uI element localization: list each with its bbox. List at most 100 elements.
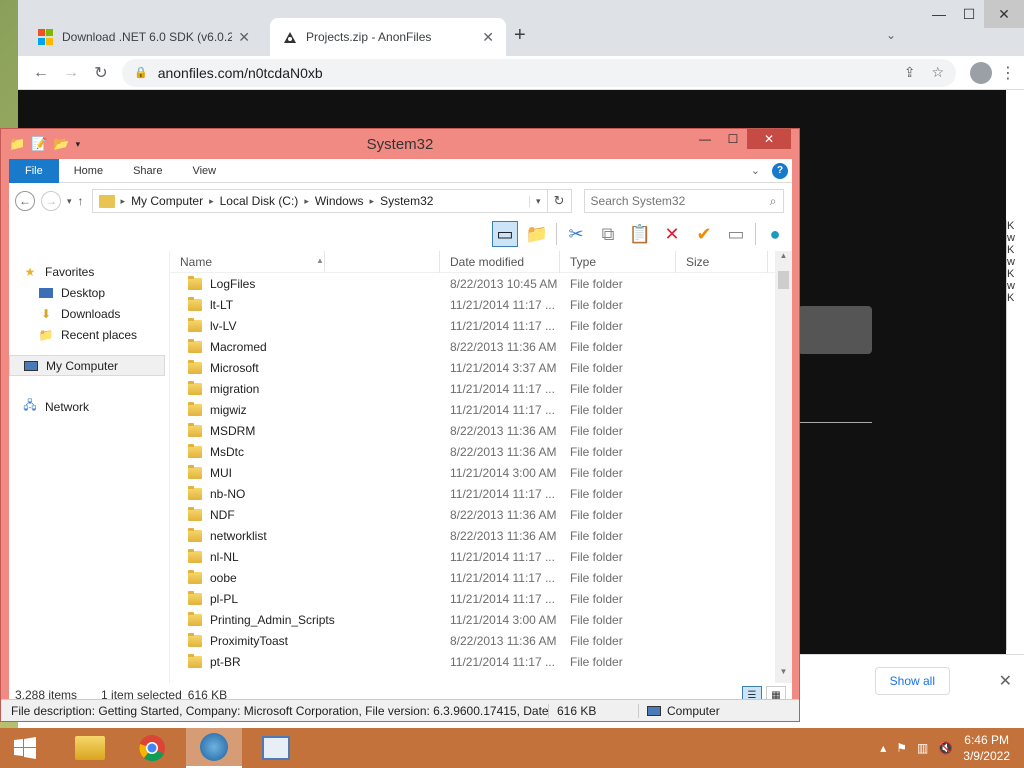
table-row[interactable]: pl-PL 11/21/2014 11:17 ... File folder — [170, 588, 792, 609]
action-center-icon[interactable]: ⚑ — [896, 741, 907, 755]
tab-file[interactable]: File — [9, 158, 59, 183]
nav-desktop[interactable]: Desktop — [9, 282, 169, 303]
show-hidden-icons-icon[interactable]: ▴ — [880, 741, 886, 755]
table-row[interactable]: oobe 11/21/2014 11:17 ... File folder — [170, 567, 792, 588]
taskbar-chrome[interactable] — [124, 728, 180, 768]
minimize-button[interactable]: — — [924, 0, 954, 28]
show-all-button[interactable]: Show all — [874, 667, 950, 695]
table-row[interactable]: networklist 8/22/2013 11:36 AM File folder — [170, 525, 792, 546]
lock-icon[interactable]: 🔒 — [134, 66, 148, 79]
check-icon[interactable]: ✔ — [691, 221, 717, 247]
start-button[interactable] — [0, 728, 50, 768]
breadcrumb-system32[interactable]: System32 — [374, 194, 439, 208]
share-icon[interactable]: ⇪ — [904, 64, 916, 81]
rename-icon[interactable]: ▭ — [723, 221, 749, 247]
minimize-button[interactable]: — — [691, 129, 719, 149]
table-row[interactable]: MSDRM 8/22/2013 11:36 AM File folder — [170, 420, 792, 441]
taskbar-network-app[interactable] — [186, 728, 242, 768]
network-status-icon[interactable]: ▥ — [917, 741, 928, 755]
taskbar-control-panel[interactable] — [248, 728, 304, 768]
cut-icon[interactable]: ✂ — [563, 221, 589, 247]
menu-kebab-icon[interactable]: ⋮ — [1000, 63, 1016, 83]
address-dropdown-icon[interactable]: ▾ — [529, 195, 547, 207]
table-row[interactable]: NDF 8/22/2013 11:36 AM File folder — [170, 504, 792, 525]
nav-favorites[interactable]: ★ Favorites — [9, 261, 169, 282]
bookmark-star-icon[interactable]: ☆ — [931, 64, 944, 81]
table-row[interactable]: lv-LV 11/21/2014 11:17 ... File folder — [170, 315, 792, 336]
table-row[interactable]: nl-NL 11/21/2014 11:17 ... File folder — [170, 546, 792, 567]
expand-ribbon-icon[interactable]: ⌄ — [751, 164, 760, 177]
scroll-up-icon[interactable]: ▲ — [775, 251, 792, 267]
delete-icon[interactable]: ✕ — [659, 221, 685, 247]
tab-view[interactable]: View — [177, 165, 231, 177]
folder-icon[interactable]: 📁 — [9, 136, 25, 152]
address-bar[interactable]: 🔒 anonfiles.com/n0tcdaN0xb ⇪ ☆ — [122, 58, 956, 87]
column-size[interactable]: Size — [676, 251, 768, 273]
breadcrumb[interactable]: ▸ My Computer ▸ Local Disk (C:) ▸ Window… — [91, 189, 548, 213]
forward-button[interactable]: → — [41, 191, 61, 211]
breadcrumb-my-computer[interactable]: My Computer — [125, 194, 209, 208]
close-window-button[interactable]: ✕ — [747, 129, 791, 149]
tab-search-icon[interactable]: ⌄ — [886, 28, 896, 42]
forward-button[interactable]: → — [56, 64, 86, 82]
back-button[interactable]: ← — [15, 191, 35, 211]
reload-button[interactable]: ↻ — [86, 63, 116, 83]
close-download-bar-icon[interactable]: ✕ — [999, 671, 1012, 691]
up-button[interactable]: ↑ — [78, 194, 84, 208]
folder-options-icon[interactable]: 📁 — [524, 221, 550, 247]
table-row[interactable]: LogFiles 8/22/2013 10:45 AM File folder — [170, 273, 792, 294]
table-row[interactable]: Macromed 8/22/2013 11:36 AM File folder — [170, 336, 792, 357]
profile-avatar[interactable] — [970, 61, 992, 84]
volume-muted-icon[interactable]: 🔇 — [938, 741, 953, 755]
column-date-modified[interactable]: Date modified — [440, 251, 560, 273]
search-input[interactable] — [590, 194, 770, 208]
table-row[interactable]: MsDtc 8/22/2013 11:36 AM File folder — [170, 441, 792, 462]
table-row[interactable]: pt-BR 11/21/2014 11:17 ... File folder — [170, 651, 792, 672]
taskbar-file-explorer[interactable] — [62, 728, 118, 768]
column-name[interactable]: Name — [170, 251, 440, 273]
nav-network[interactable]: 🖧 Network — [9, 396, 169, 417]
nav-my-computer[interactable]: My Computer — [9, 355, 165, 376]
close-window-button[interactable]: ✕ — [984, 0, 1024, 28]
table-row[interactable]: Microsoft 11/21/2014 3:37 AM File folder — [170, 357, 792, 378]
table-row[interactable]: migration 11/21/2014 11:17 ... File folder — [170, 378, 792, 399]
paste-icon[interactable]: 📋 — [627, 221, 653, 247]
maximize-button[interactable]: ☐ — [954, 0, 984, 28]
scroll-down-icon[interactable]: ▼ — [775, 667, 792, 683]
breadcrumb-windows[interactable]: Windows — [309, 194, 370, 208]
new-folder-icon[interactable]: 📂 — [53, 136, 69, 152]
tab-home[interactable]: Home — [59, 165, 118, 177]
globe-icon[interactable]: ● — [762, 221, 788, 247]
properties-icon[interactable]: 📝 — [31, 136, 47, 152]
search-icon[interactable]: ⌕ — [770, 194, 777, 209]
refresh-button[interactable]: ↻ — [547, 189, 572, 213]
table-row[interactable]: lt-LT 11/21/2014 11:17 ... File folder — [170, 294, 792, 315]
customize-qat-icon[interactable]: ▾ — [76, 139, 81, 150]
table-row[interactable]: Printing_Admin_Scripts 11/21/2014 3:00 AM… — [170, 609, 792, 630]
back-button[interactable]: ← — [26, 64, 56, 82]
scroll-thumb[interactable] — [778, 271, 789, 289]
table-row[interactable]: nb-NO 11/21/2014 11:17 ... File folder — [170, 483, 792, 504]
column-type[interactable]: Type — [560, 251, 676, 273]
breadcrumb-local-disk[interactable]: Local Disk (C:) — [214, 194, 305, 208]
maximize-button[interactable]: ☐ — [719, 129, 747, 149]
copy-icon[interactable]: ⧉ — [595, 221, 621, 247]
clock[interactable]: 6:46 PM 3/9/2022 — [963, 732, 1010, 764]
browser-tab-anonfiles[interactable]: Projects.zip - AnonFiles ✕ — [270, 18, 506, 56]
tab-share[interactable]: Share — [118, 165, 177, 177]
help-icon[interactable]: ? — [772, 162, 788, 179]
preview-pane-icon[interactable]: ▭ — [492, 221, 518, 247]
table-row[interactable]: migwiz 11/21/2014 11:17 ... File folder — [170, 399, 792, 420]
recent-locations-icon[interactable]: ▾ — [67, 196, 72, 207]
close-tab-icon[interactable]: ✕ — [238, 29, 250, 46]
page-download-button[interactable] — [798, 306, 872, 354]
table-row[interactable]: ProximityToast 8/22/2013 11:36 AM File fol… — [170, 630, 792, 651]
search-box[interactable]: ⌕ — [583, 189, 784, 213]
vertical-scrollbar[interactable]: ▲ ▼ — [775, 251, 792, 683]
nav-recent-places[interactable]: 📁 Recent places — [9, 324, 169, 345]
table-row[interactable]: MUI 11/21/2014 3:00 AM File folder — [170, 462, 792, 483]
new-tab-button[interactable]: + — [514, 24, 526, 47]
browser-tab-dotnet[interactable]: Download .NET 6.0 SDK (v6.0.20 ✕ — [26, 18, 262, 56]
close-tab-icon[interactable]: ✕ — [482, 29, 494, 46]
nav-downloads[interactable]: ⬇ Downloads — [9, 303, 169, 324]
